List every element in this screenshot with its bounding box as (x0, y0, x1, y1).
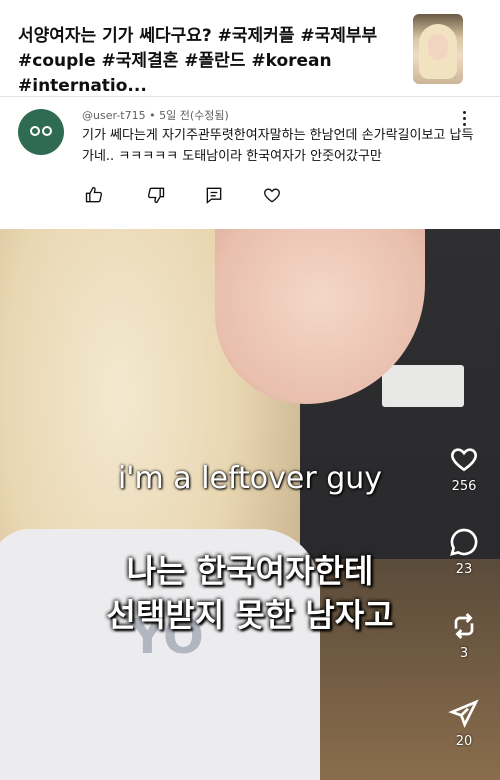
side-share-button[interactable]: 20 (440, 698, 488, 749)
heart-icon[interactable] (448, 443, 480, 475)
avatar-eye-left (30, 126, 40, 136)
comment-time: 5일 전(수정됨) (159, 109, 229, 122)
like-icon[interactable] (84, 185, 104, 205)
dislike-icon[interactable] (146, 185, 166, 205)
side-remix-button[interactable]: 3 (440, 610, 488, 661)
avatar[interactable] (18, 109, 64, 155)
share-count: 20 (455, 734, 473, 749)
video-title[interactable]: 서양여자는 기가 쎄다구요? #국제커플 #국제부부 #couple #국제결혼… (18, 24, 398, 99)
comment-meta: @user-t715 • 5일 전(수정됨) (82, 107, 229, 123)
side-comment-button[interactable]: 23 (440, 526, 488, 577)
like-count: 256 (451, 479, 477, 494)
comment-count: 23 (455, 562, 473, 577)
side-like-button[interactable]: 256 (440, 443, 488, 494)
avatar-eye-right (42, 126, 52, 136)
comment-text: 기가 쎄다는게 자기주관뚜렷한여자말하는 한남언데 손가락길이보고 납득가네..… (82, 128, 474, 164)
caption-korean: 나는 한국여자한테 선택받지 못한 남자고 (106, 552, 394, 634)
share-icon[interactable] (448, 698, 480, 730)
remix-icon[interactable] (448, 610, 480, 642)
comment-icon[interactable] (448, 526, 480, 558)
meta-separator: • (149, 109, 160, 122)
comment-item: @user-t715 • 5일 전(수정됨) 기가 쎄다는게 자기주관뚜렷한여자… (0, 97, 500, 225)
heart-icon[interactable] (262, 185, 282, 205)
video-thumbnail[interactable] (413, 14, 463, 84)
video-light-switch (382, 365, 464, 407)
remix-count: 3 (459, 646, 469, 661)
video-header: 서양여자는 기가 쎄다구요? #국제커플 #국제부부 #couple #국제결혼… (0, 0, 500, 96)
thumbnail-face (428, 34, 448, 60)
reply-icon[interactable] (204, 185, 224, 205)
comment-author[interactable]: @user-t715 (82, 109, 146, 122)
video-player[interactable]: YO i'm a leftover guy 나는 한국여자한테 선택받지 못한 … (0, 229, 500, 780)
caption-english: i'm a leftover guy (117, 461, 383, 496)
